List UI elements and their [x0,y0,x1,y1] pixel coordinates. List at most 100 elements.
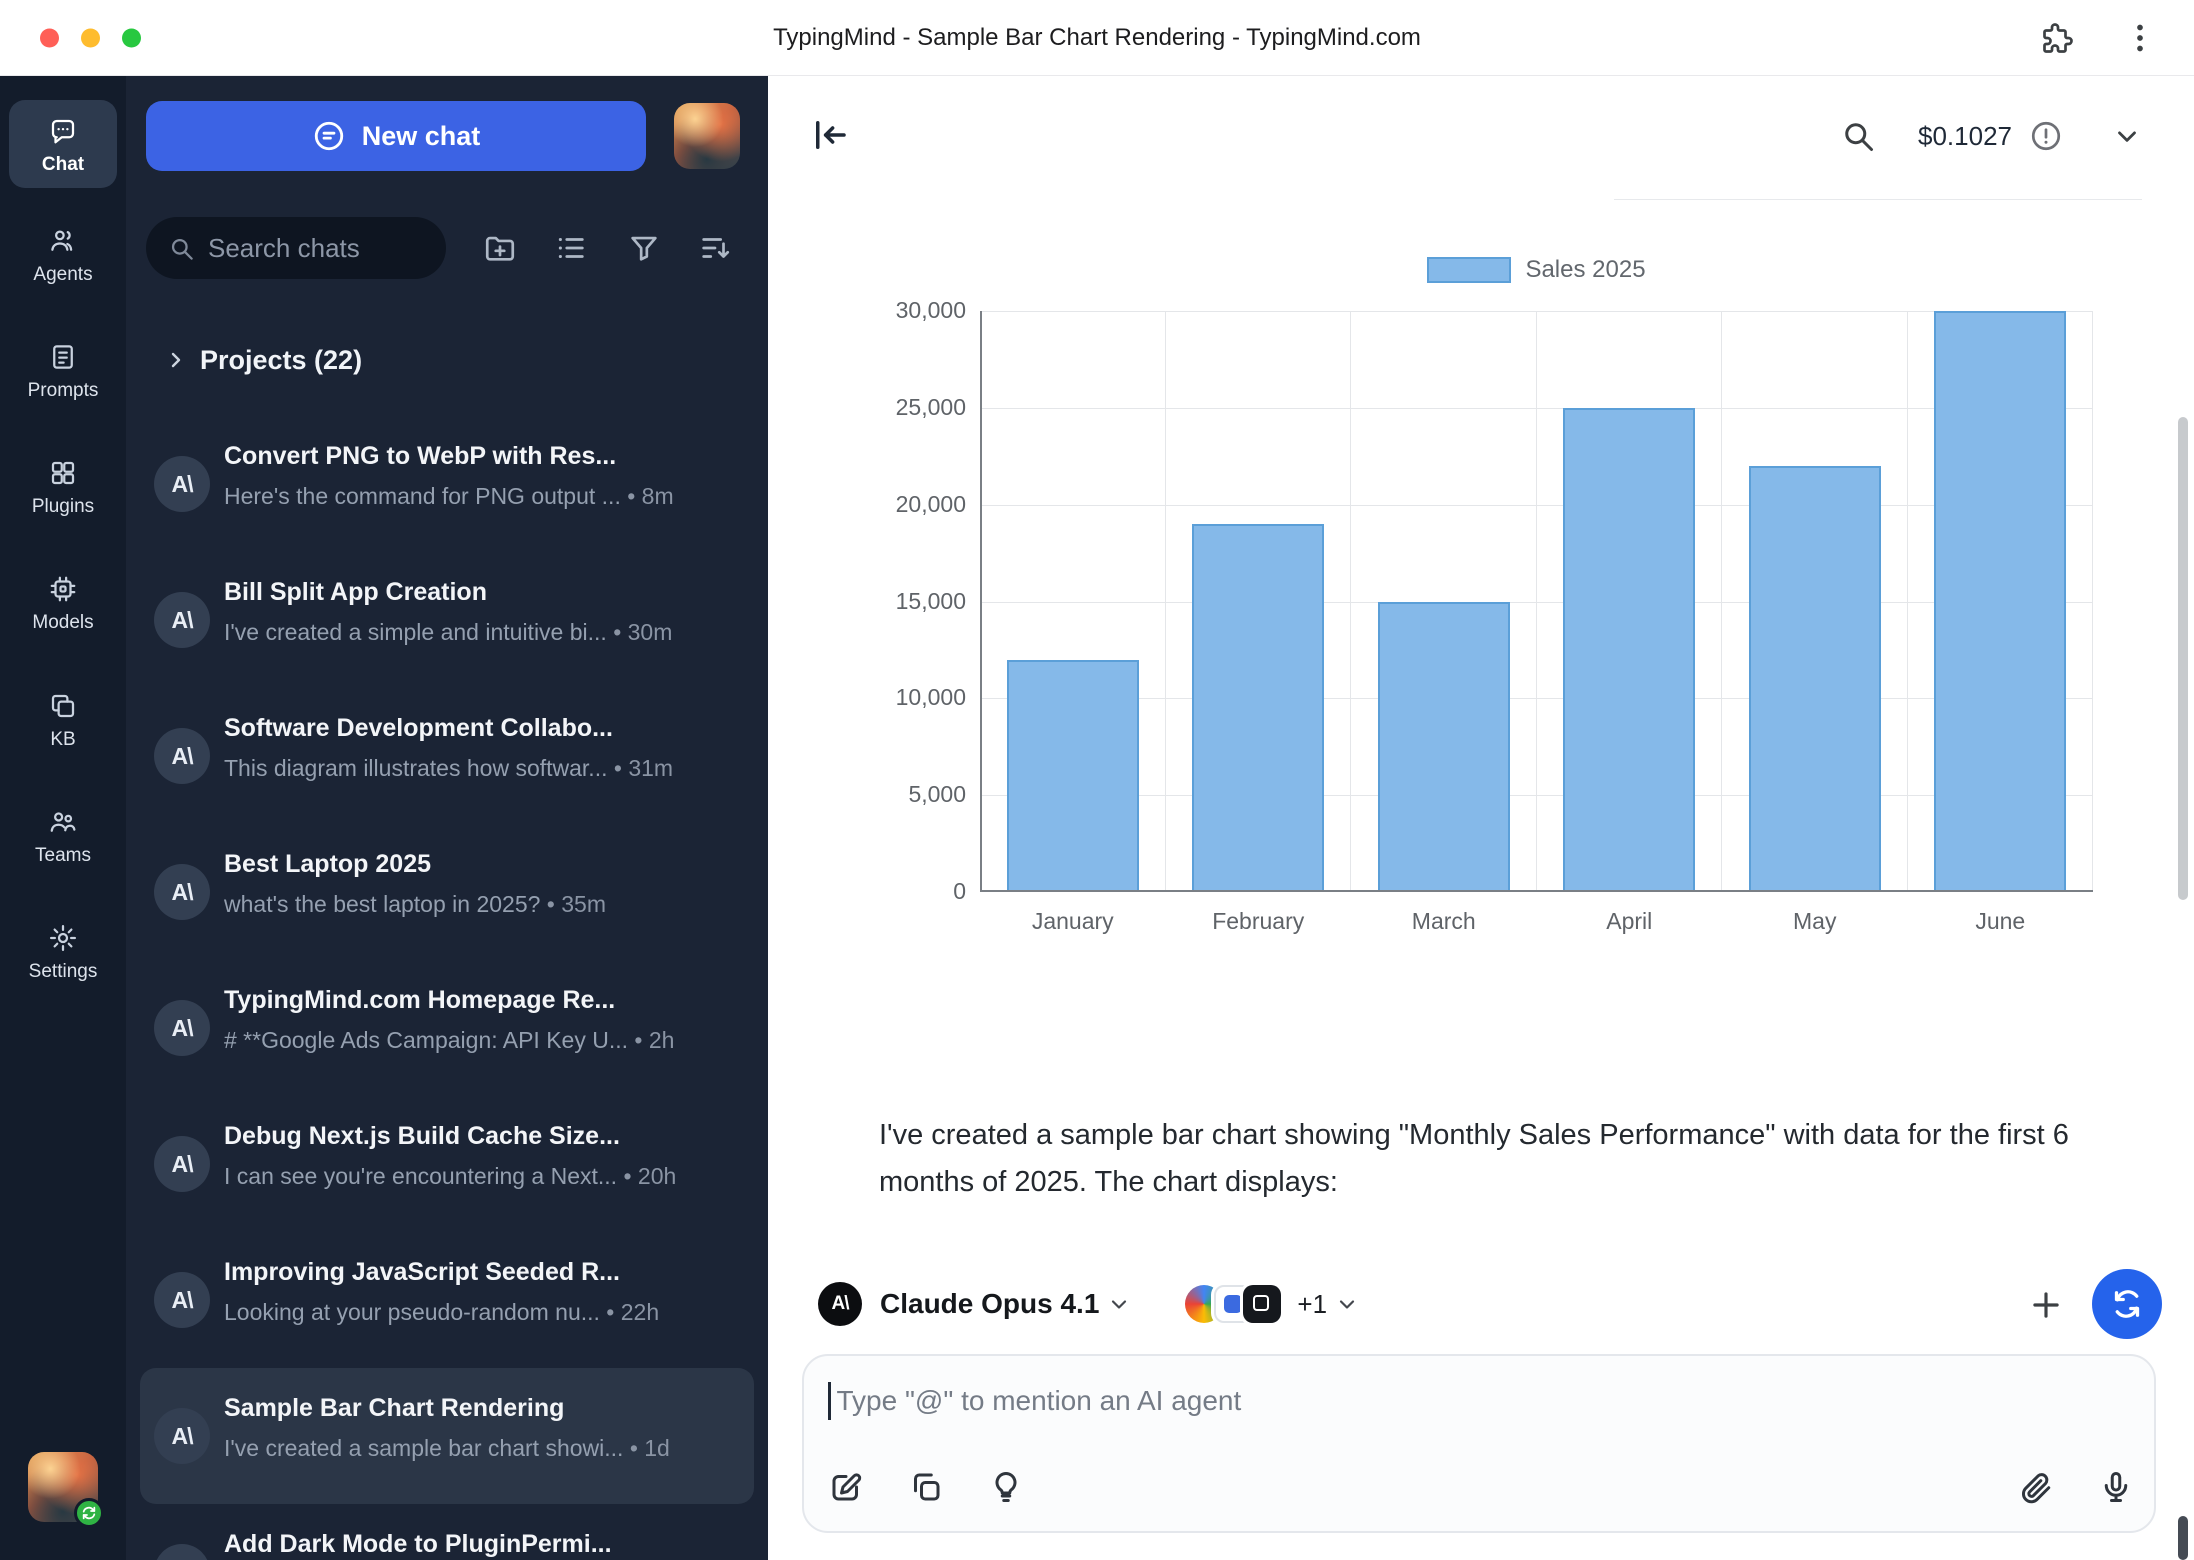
chevron-right-icon [164,348,188,372]
x-tick-label: January [980,908,1166,935]
chat-preview: This diagram illustrates how softwar... … [224,754,736,782]
chat-list-item[interactable]: A\Convert PNG to WebP with Res...Here's … [140,416,754,552]
gridline [980,311,2093,312]
chat-time: • 35m [547,891,606,917]
agents-icon [48,226,78,256]
rail-item-chat[interactable]: Chat [9,100,117,188]
y-tick-label: 10,000 [826,684,966,711]
chat-list-item[interactable]: A\TypingMind.com Homepage Re...# **Googl… [140,960,754,1096]
chart-y-axis-labels: 05,00010,00015,00020,00025,00030,000 [768,76,968,976]
chat-list-item[interactable]: A\Software Development Collabo...This di… [140,688,754,824]
model-avatar[interactable]: A\ [818,1282,862,1326]
models-icon [48,574,78,604]
rail-item-label: Chat [42,154,84,176]
extensions-icon[interactable] [2040,20,2076,56]
text-cursor [828,1382,831,1420]
y-tick-label: 15,000 [826,588,966,615]
sort-chats-button[interactable] [698,231,732,265]
pages-icon[interactable] [908,1469,944,1505]
ai-logo-avatar: A\ [154,456,210,512]
chat-list-item[interactable]: A\Bill Split App CreationI've created a … [140,552,754,688]
new-chat-button[interactable]: New chat [146,101,646,171]
scrollbar-thumb[interactable] [2178,417,2188,900]
prompts-icon [48,342,78,372]
gridline [980,505,2093,506]
teams-icon [48,807,78,837]
bar-may [1749,466,1881,892]
chat-preview: I've created a simple and intuitive bi..… [224,618,736,646]
voice-input-icon[interactable] [2098,1469,2134,1505]
gridline [1350,311,1351,892]
search-in-chat-button[interactable] [1840,118,1876,154]
projects-toggle[interactable]: Projects (22) [164,340,362,380]
collapse-sidebar-button[interactable] [809,114,851,156]
cost-warning-icon[interactable] [2028,118,2064,154]
message-input[interactable]: Type "@" to mention an AI agent [802,1354,2156,1533]
projects-label: Projects (22) [200,345,362,376]
chat-list-item[interactable]: A\Debug Next.js Build Cache Size...I can… [140,1096,754,1232]
model-chevron-icon[interactable] [1107,1292,1131,1316]
chevron-down-icon[interactable] [2112,121,2142,151]
rail-item-plugins[interactable]: Plugins [0,458,126,518]
chat-list-item[interactable]: A\Add Dark Mode to PluginPermi... [140,1504,754,1560]
y-tick-label: 25,000 [826,394,966,421]
input-placeholder: Type "@" to mention an AI agent [837,1385,1242,1417]
chart-legend: Sales 2025 [980,256,2093,284]
chat-preview: I've created a sample bar chart showi...… [224,1434,736,1462]
gridline [980,408,2093,409]
plugins-chevron-icon[interactable] [1335,1292,1359,1316]
gridline [2092,311,2093,892]
filter-chats-button[interactable] [627,231,661,265]
x-tick-label: March [1351,908,1537,935]
chat-title: Best Laptop 2025 [224,848,736,880]
rail-item-label: Teams [35,845,91,867]
ai-logo-avatar: A\ [154,728,210,784]
ai-logo-avatar: A\ [154,1408,210,1464]
account-avatar[interactable] [28,1452,98,1522]
user-avatar[interactable] [674,103,740,169]
search-chats-input[interactable]: Search chats [146,217,446,279]
window-title: TypingMind - Sample Bar Chart Rendering … [0,0,2194,76]
chat-list-item[interactable]: A\Sample Bar Chart RenderingI've created… [140,1368,754,1504]
scrollbar-thumb-bottom[interactable] [2178,1516,2188,1560]
browser-menu-icon[interactable] [2122,20,2158,56]
rail-item-models[interactable]: Models [0,574,126,634]
chat-list-item[interactable]: A\Best Laptop 2025what's the best laptop… [140,824,754,960]
chat-list-item[interactable]: A\Improving JavaScript Seeded R...Lookin… [140,1232,754,1368]
rail-item-settings[interactable]: Settings [0,923,126,983]
new-folder-button[interactable] [483,231,517,265]
plugins-more-count[interactable]: +1 [1297,1289,1327,1320]
x-axis-line [980,890,2093,892]
rail-item-agents[interactable]: Agents [0,226,126,286]
attach-file-icon[interactable] [2018,1469,2054,1505]
suggestions-icon[interactable] [988,1469,1024,1505]
input-placeholder-row: Type "@" to mention an AI agent [828,1380,1241,1422]
x-tick-label: May [1722,908,1908,935]
new-chat-label: New chat [362,121,481,152]
y-axis-line [980,311,982,892]
chat-title: Convert PNG to WebP with Res... [224,440,736,472]
canvas-edit-icon[interactable] [828,1469,864,1505]
settings-icon [48,923,78,953]
y-tick-label: 5,000 [826,781,966,808]
chat-time: • 20h [623,1163,676,1189]
ai-logo-avatar: A\ [154,592,210,648]
sync-icon [81,1505,97,1521]
rail-item-kb[interactable]: KB [0,691,126,751]
assistant-message: I've created a sample bar chart showing … [879,1112,2134,1206]
rail-item-prompts[interactable]: Prompts [0,342,126,402]
rail-item-teams[interactable]: Teams [0,807,126,867]
window-titlebar: TypingMind - Sample Bar Chart Rendering … [0,0,2194,76]
add-attachment-button[interactable] [2027,1286,2065,1324]
model-selector[interactable]: Claude Opus 4.1 [880,1288,1099,1320]
chat-time: • 2h [634,1027,674,1053]
regenerate-button[interactable] [2092,1269,2162,1339]
bulk-select-button[interactable] [554,231,588,265]
gridline [980,795,2093,796]
plugin-icon-3[interactable] [1243,1285,1281,1323]
search-icon [168,235,195,262]
gridline [1907,311,1908,892]
gridline [1721,311,1722,892]
legend-label: Sales 2025 [1525,256,1645,284]
bar-chart [980,311,2093,892]
